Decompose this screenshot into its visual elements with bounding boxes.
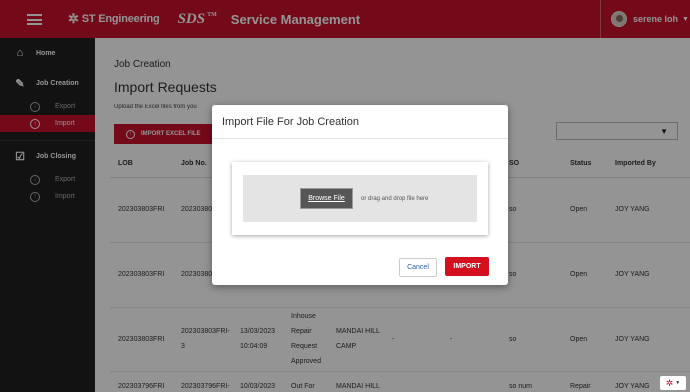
dropzone-area[interactable]: Browse File or drag and drop file here — [243, 175, 477, 222]
settings-widget[interactable]: ✲ ▼ — [660, 376, 686, 390]
gear-icon: ✲ — [665, 377, 674, 388]
caret-down-icon: ▼ — [675, 380, 681, 386]
cancel-button[interactable]: Cancel — [399, 258, 437, 277]
modal-title: Import File For Job Creation — [212, 105, 508, 139]
browse-file-button[interactable]: Browse File — [300, 188, 353, 209]
dropzone-hint: or drag and drop file here — [361, 195, 429, 202]
import-modal: Import File For Job Creation Browse File… — [212, 105, 508, 285]
file-dropzone[interactable]: Browse File or drag and drop file here — [232, 162, 488, 235]
app-root: ✲ ST Engineering SDS TM Service Managemen… — [0, 0, 690, 392]
import-button[interactable]: IMPORT — [445, 257, 489, 276]
